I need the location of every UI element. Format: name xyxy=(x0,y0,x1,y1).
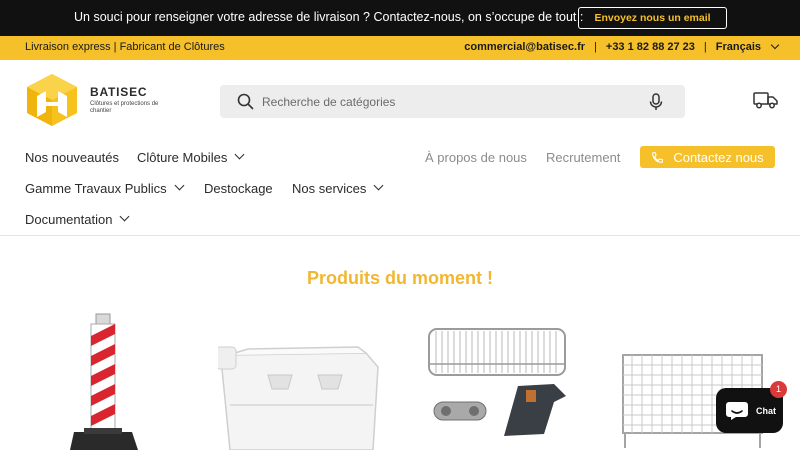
nav-item-about[interactable]: À propos de nous xyxy=(425,150,527,165)
product-image-balise[interactable] xyxy=(60,310,150,450)
chevron-down-icon xyxy=(373,180,384,191)
nav-label: Clôture Mobiles xyxy=(137,150,228,165)
nav-item-clotures-mobiles[interactable]: Clôture Mobiles xyxy=(137,149,245,165)
nav-item-documentation[interactable]: Documentation xyxy=(25,211,130,227)
info-bar-contacts: commercial@batisec.fr | +33 1 82 88 27 2… xyxy=(464,40,780,53)
search-bar[interactable] xyxy=(220,85,685,118)
search-input[interactable] xyxy=(262,85,642,118)
nav-label: Recrutement xyxy=(546,150,621,165)
language-label: Français xyxy=(715,41,761,53)
nav-label: À propos de nous xyxy=(425,150,527,165)
separator: | xyxy=(594,41,597,53)
chevron-down-icon xyxy=(120,211,130,222)
chevron-down-icon xyxy=(234,149,245,160)
microphone-icon[interactable] xyxy=(649,93,663,111)
separator: | xyxy=(703,41,707,53)
announcement-text: Un souci pour renseigner votre adresse d… xyxy=(74,10,584,24)
nav-label: Nos services xyxy=(292,181,367,196)
logo-name: BATISEC xyxy=(90,85,148,99)
chevron-down-icon xyxy=(174,180,185,191)
chat-label: Chat xyxy=(756,405,776,416)
email-us-button[interactable]: Envoyez nous un email xyxy=(578,7,727,29)
delivery-truck-icon[interactable] xyxy=(753,91,779,109)
chat-icon xyxy=(726,401,748,420)
phone-link[interactable]: +33 1 82 88 27 23 xyxy=(606,41,695,53)
section-title: Produits du moment ! xyxy=(307,268,493,288)
product-image-barrier-kit[interactable] xyxy=(426,326,568,450)
nav-label: Documentation xyxy=(25,212,113,227)
nav-label: Gamme Travaux Publics xyxy=(25,181,167,196)
chevron-down-icon xyxy=(770,40,780,50)
logo-cube-icon xyxy=(27,74,77,126)
nav-item-services[interactable]: Nos services xyxy=(292,180,384,196)
phone-icon xyxy=(652,151,664,163)
nav-item-destockage[interactable]: Destockage xyxy=(204,181,273,196)
nav-item-travaux-publics[interactable]: Gamme Travaux Publics xyxy=(25,180,185,196)
nav-item-recruitment[interactable]: Recrutement xyxy=(546,150,620,165)
language-selector[interactable]: Français xyxy=(715,40,780,53)
email-link[interactable]: commercial@batisec.fr xyxy=(464,41,585,53)
logo-tagline: Clôtures et protections de chantier xyxy=(90,101,159,114)
contact-button[interactable]: Contactez nous xyxy=(640,146,775,168)
product-image-water-barrier[interactable] xyxy=(218,345,383,450)
chat-notification-badge: 1 xyxy=(770,381,787,398)
info-bar-tagline: Livraison express | Fabricant de Clôture… xyxy=(25,41,225,53)
header-divider xyxy=(0,235,800,236)
nav-item-nouveautes[interactable]: Nos nouveautés xyxy=(25,150,119,165)
announcement-bar: Un souci pour renseigner votre adresse d… xyxy=(0,0,800,36)
site-logo[interactable]: BATISEC Clôtures et protections de chant… xyxy=(25,72,175,130)
info-bar: Livraison express | Fabricant de Clôture… xyxy=(0,36,800,60)
nav-label: Destockage xyxy=(204,181,273,196)
nav-label: Nos nouveautés xyxy=(25,150,119,165)
search-icon[interactable] xyxy=(237,93,254,110)
contact-button-label: Contactez nous xyxy=(673,149,764,165)
